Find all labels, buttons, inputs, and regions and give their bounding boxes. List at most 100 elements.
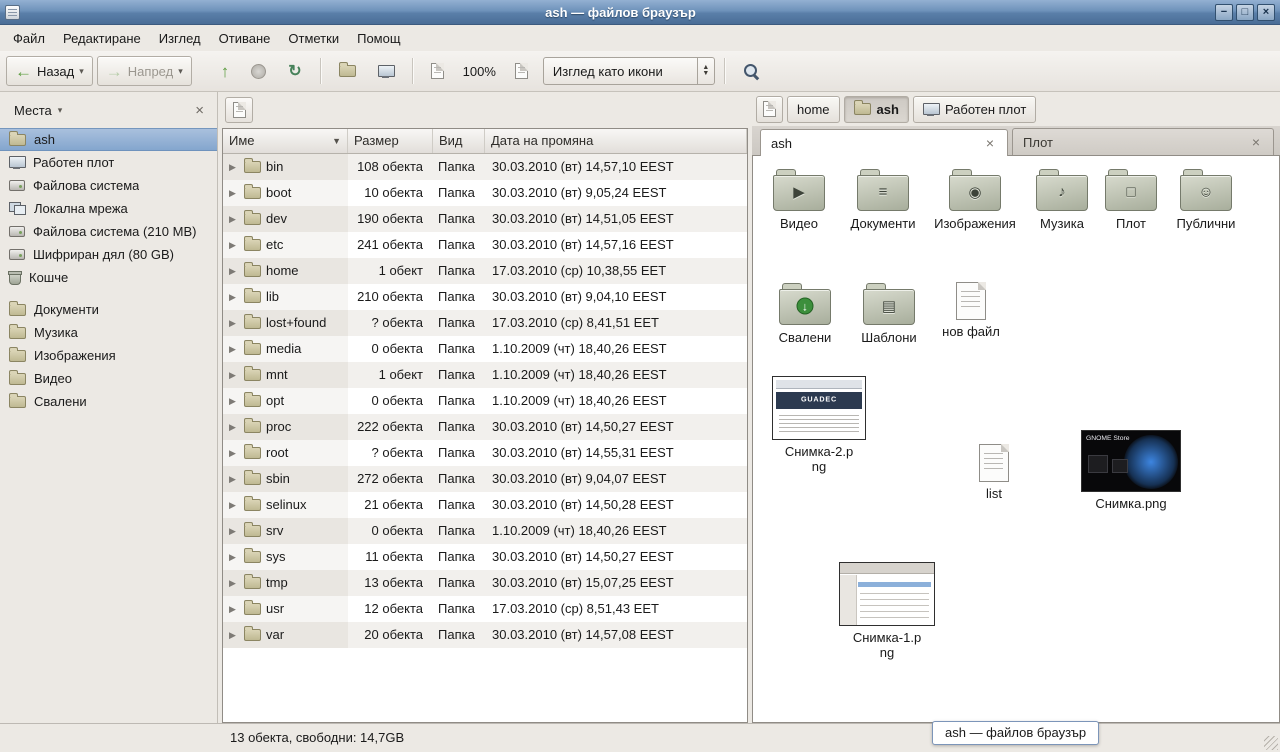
tab-close-icon[interactable]: × xyxy=(983,135,997,151)
table-row[interactable]: ▶ tmp 13 обекта Папка 30.03.2010 (вт) 15… xyxy=(223,570,747,596)
table-row[interactable]: ▶ opt 0 обекта Папка 1.10.2009 (чт) 18,4… xyxy=(223,388,747,414)
table-row[interactable]: ▶ var 20 обекта Папка 30.03.2010 (вт) 14… xyxy=(223,622,747,648)
expander-icon[interactable]: ▶ xyxy=(229,570,239,596)
table-row[interactable]: ▶ usr 12 обекта Папка 17.03.2010 (ср) 8,… xyxy=(223,596,747,622)
view-mode-stepper[interactable]: ▲ ▼ xyxy=(697,58,714,84)
path-scroll-button[interactable] xyxy=(756,96,783,123)
table-row[interactable]: ▶ home 1 обект Папка 17.03.2010 (ср) 10,… xyxy=(223,258,747,284)
table-row[interactable]: ▶ sbin 272 обекта Папка 30.03.2010 (вт) … xyxy=(223,466,747,492)
table-row[interactable]: ▶ lib 210 обекта Папка 30.03.2010 (вт) 9… xyxy=(223,284,747,310)
pane-location-button[interactable] xyxy=(225,97,253,123)
expander-icon[interactable]: ▶ xyxy=(229,492,239,518)
sidebar-item-music[interactable]: Музика xyxy=(0,321,217,344)
search-button[interactable] xyxy=(734,56,769,86)
icon-item-snimka[interactable]: GNOME Store Снимка.png xyxy=(1075,430,1187,511)
table-row[interactable]: ▶ dev 190 обекта Папка 30.03.2010 (вт) 1… xyxy=(223,206,747,232)
table-row[interactable]: ▶ selinux 21 обекта Папка 30.03.2010 (вт… xyxy=(223,492,747,518)
maximize-button[interactable]: □ xyxy=(1236,4,1254,21)
sidebar-item-downloads[interactable]: Свалени xyxy=(0,390,217,413)
forward-button[interactable]: → Напред ▾ xyxy=(97,56,192,86)
sidebar-item-encrypted[interactable]: Шифриран дял (80 GB) xyxy=(0,243,217,266)
sidebar-item-ash[interactable]: ash xyxy=(0,128,217,151)
expander-icon[interactable]: ▶ xyxy=(229,206,239,232)
expander-icon[interactable]: ▶ xyxy=(229,232,239,258)
expander-icon[interactable]: ▶ xyxy=(229,154,239,180)
column-header-size[interactable]: Размер xyxy=(348,129,433,153)
expander-icon[interactable]: ▶ xyxy=(229,596,239,622)
icon-item-downloads[interactable]: ↓ Свалени xyxy=(765,282,845,345)
expander-icon[interactable]: ▶ xyxy=(229,336,239,362)
expander-icon[interactable]: ▶ xyxy=(229,258,239,284)
path-button-ash[interactable]: ash xyxy=(844,96,909,123)
table-row[interactable]: ▶ bin 108 обекта Папка 30.03.2010 (вт) 1… xyxy=(223,154,747,180)
zoom-out-button[interactable] xyxy=(422,56,453,86)
icon-item-new-file[interactable]: нов файл xyxy=(933,282,1009,339)
menu-bookmarks[interactable]: Отметки xyxy=(279,27,348,50)
expander-icon[interactable]: ▶ xyxy=(229,518,239,544)
sidebar-item-documents[interactable]: Документи xyxy=(0,298,217,321)
expander-icon[interactable]: ▶ xyxy=(229,180,239,206)
sidebar-close-button[interactable]: × xyxy=(190,102,209,119)
expander-icon[interactable]: ▶ xyxy=(229,440,239,466)
path-button-desktop[interactable]: Работен плот xyxy=(913,96,1036,123)
zoom-in-button[interactable] xyxy=(506,56,537,86)
sidebar-item-video[interactable]: Видео xyxy=(0,367,217,390)
expander-icon[interactable]: ▶ xyxy=(229,284,239,310)
column-header-type[interactable]: Вид xyxy=(433,129,485,153)
sidebar-item-trash[interactable]: Кошче xyxy=(0,266,217,289)
menu-help[interactable]: Помощ xyxy=(348,27,409,50)
stop-button[interactable] xyxy=(242,56,275,86)
column-header-name[interactable]: Име ▼ xyxy=(223,129,348,153)
table-row[interactable]: ▶ lost+found ? обекта Папка 17.03.2010 (… xyxy=(223,310,747,336)
icon-item-desktop[interactable]: □ Плот xyxy=(1101,168,1161,231)
icon-item-snimka1[interactable]: Снимка-1.png xyxy=(835,562,939,660)
expander-icon[interactable]: ▶ xyxy=(229,388,239,414)
column-header-date[interactable]: Дата на промяна xyxy=(485,129,747,153)
reload-button[interactable]: ↻ xyxy=(279,56,310,86)
sidebar-item-filesystem-210mb[interactable]: Файлова система (210 MB) xyxy=(0,220,217,243)
menu-view[interactable]: Изглед xyxy=(150,27,210,50)
icon-item-list[interactable]: list xyxy=(959,444,1029,501)
path-button-home[interactable]: home xyxy=(787,96,840,123)
titlebar[interactable]: ash — файлов браузър − □ × xyxy=(0,0,1280,25)
table-row[interactable]: ▶ media 0 обекта Папка 1.10.2009 (чт) 18… xyxy=(223,336,747,362)
icon-item-templates[interactable]: ▤ Шаблони xyxy=(849,282,929,345)
table-row[interactable]: ▶ boot 10 обекта Папка 30.03.2010 (вт) 9… xyxy=(223,180,747,206)
expander-icon[interactable]: ▶ xyxy=(229,466,239,492)
sidebar-item-pictures[interactable]: Изображения xyxy=(0,344,217,367)
close-button[interactable]: × xyxy=(1257,4,1275,21)
sidebar-item-network[interactable]: Локална мрежа xyxy=(0,197,217,220)
menu-file[interactable]: Файл xyxy=(4,27,54,50)
expander-icon[interactable]: ▶ xyxy=(229,414,239,440)
view-mode-select[interactable]: Изглед като икони ▲ ▼ xyxy=(543,57,715,85)
sidebar-mode-select[interactable]: Места ▾ xyxy=(8,99,68,122)
table-row[interactable]: ▶ proc 222 обекта Папка 30.03.2010 (вт) … xyxy=(223,414,747,440)
menu-go[interactable]: Отиване xyxy=(210,27,280,50)
icon-item-documents[interactable]: ≡ Документи xyxy=(841,168,925,231)
back-dropdown-icon[interactable]: ▾ xyxy=(79,66,84,77)
table-row[interactable]: ▶ root ? обекта Папка 30.03.2010 (вт) 14… xyxy=(223,440,747,466)
computer-button[interactable] xyxy=(369,56,403,86)
icon-item-pictures[interactable]: ◉ Изображения xyxy=(931,168,1019,231)
tab-ash[interactable]: ash × xyxy=(760,129,1008,156)
icon-item-video[interactable]: ▶ Видео xyxy=(761,168,837,231)
expander-icon[interactable]: ▶ xyxy=(229,544,239,570)
icon-item-music[interactable]: ♪ Музика xyxy=(1025,168,1099,231)
expander-icon[interactable]: ▶ xyxy=(229,362,239,388)
back-button[interactable]: ← Назад ▾ xyxy=(6,56,93,86)
icon-item-snimka2[interactable]: GUADEC Снимка-2.png xyxy=(769,376,869,474)
minimize-button[interactable]: − xyxy=(1215,4,1233,21)
icon-view[interactable]: ▶ Видео ≡ Документи ◉ Изображения ♪ Музи… xyxy=(752,156,1280,723)
table-row[interactable]: ▶ etc 241 обекта Папка 30.03.2010 (вт) 1… xyxy=(223,232,747,258)
table-row[interactable]: ▶ mnt 1 обект Папка 1.10.2009 (чт) 18,40… xyxy=(223,362,747,388)
resize-grip[interactable] xyxy=(1264,736,1278,750)
expander-icon[interactable]: ▶ xyxy=(229,310,239,336)
icon-item-public[interactable]: ☺ Публични xyxy=(1165,168,1247,231)
expander-icon[interactable]: ▶ xyxy=(229,622,239,648)
menu-edit[interactable]: Редактиране xyxy=(54,27,150,50)
tab-plot[interactable]: Плот × xyxy=(1012,128,1274,155)
up-button[interactable]: ↑ xyxy=(212,56,239,86)
table-row[interactable]: ▶ sys 11 обекта Папка 30.03.2010 (вт) 14… xyxy=(223,544,747,570)
home-button[interactable] xyxy=(330,56,365,86)
sidebar-item-desktop[interactable]: Работен плот xyxy=(0,151,217,174)
